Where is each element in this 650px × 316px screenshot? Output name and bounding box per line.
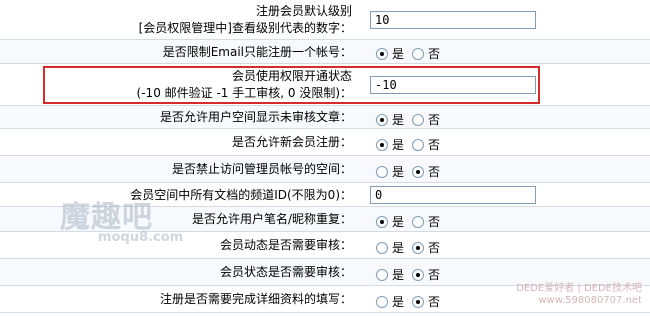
radio-circle-icon[interactable]	[412, 113, 425, 126]
setting-label-line: 是否允许用户空间显示未审核文章：	[159, 110, 352, 124]
setting-radio-group: 是否	[376, 266, 448, 284]
setting-label: 会员状态是否需要审核：	[0, 264, 356, 281]
radio-label: 否	[428, 165, 441, 179]
radio-circle-icon[interactable]	[376, 241, 388, 254]
radio-label: 是	[392, 241, 405, 255]
setting-label: 是否限制Email只能注册一个帐号：	[0, 44, 356, 61]
radio-no[interactable]: 否	[412, 163, 440, 180]
radio-yes[interactable]: 是	[376, 213, 404, 230]
radio-circle-icon[interactable]	[376, 113, 388, 126]
radio-label: 否	[428, 113, 441, 127]
radio-yes[interactable]: 是	[376, 266, 404, 283]
setting-radio-group: 是否	[376, 111, 448, 129]
radio-circle-icon[interactable]	[412, 295, 425, 308]
radio-label: 是	[392, 47, 405, 61]
setting-label-line: 是否允许新会员注册：	[231, 135, 352, 149]
setting-radio-group: 是否	[376, 45, 448, 63]
radio-no[interactable]: 否	[412, 293, 440, 310]
radio-yes[interactable]: 是	[376, 163, 404, 180]
radio-no[interactable]: 否	[412, 239, 440, 256]
radio-label: 否	[428, 295, 441, 309]
radio-label: 是	[392, 138, 405, 152]
watermark-site-line: www.598080707.net	[538, 295, 642, 306]
radio-circle-icon[interactable]	[376, 268, 388, 281]
setting-radio-group: 是否	[376, 293, 448, 311]
radio-yes[interactable]: 是	[376, 293, 404, 310]
setting-text-input[interactable]	[370, 11, 536, 29]
radio-label: 是	[392, 295, 405, 309]
setting-label-line: (-10 邮件验证 -1 手工审核, 0 没限制)：	[136, 86, 352, 100]
setting-radio-group: 是否	[376, 213, 448, 231]
setting-row: 是否允许用户空间显示未审核文章：是否	[0, 106, 650, 129]
setting-radio-group: 是否	[376, 163, 448, 181]
radio-circle-icon[interactable]	[412, 165, 425, 178]
radio-no[interactable]: 否	[412, 213, 440, 230]
radio-circle-icon[interactable]	[412, 241, 425, 254]
setting-label-line: 注册会员默认级别	[255, 4, 352, 18]
radio-yes[interactable]: 是	[376, 111, 404, 128]
radio-circle-icon[interactable]	[412, 215, 425, 228]
radio-label: 否	[428, 215, 441, 229]
radio-no[interactable]: 否	[412, 45, 440, 62]
setting-label-line: 注册是否需要完成详细资料的填写：	[159, 292, 352, 306]
setting-label: 注册是否需要完成详细资料的填写：	[0, 291, 356, 308]
setting-label-line: 会员状态是否需要审核：	[219, 265, 352, 279]
setting-row: 会员状态是否需要审核：是否	[0, 259, 650, 286]
setting-row: 是否禁止访问管理员帐号的空间：是否	[0, 156, 650, 183]
radio-label: 是	[392, 165, 405, 179]
setting-row: 是否允许新会员注册：是否	[0, 129, 650, 156]
radio-circle-icon[interactable]	[376, 165, 388, 178]
setting-label-line: [会员权限管理中]查看级别代表的数字：	[138, 21, 352, 35]
setting-text-input[interactable]	[370, 76, 536, 94]
watermark-site: DEDE爱好者 | DEDE技术吧 www.598080707.net	[516, 283, 642, 307]
setting-label: 会员使用权限开通状态 (-10 邮件验证 -1 手工审核, 0 没限制)：	[0, 68, 356, 102]
radio-circle-icon[interactable]	[376, 138, 388, 151]
setting-label: 是否禁止访问管理员帐号的空间：	[0, 161, 356, 178]
radio-circle-icon[interactable]	[376, 215, 388, 228]
radio-label: 否	[428, 47, 441, 61]
radio-circle-icon[interactable]	[412, 138, 425, 151]
watermark-site-line: DEDE爱好者 | DEDE技术吧	[516, 283, 642, 294]
setting-row: 会员使用权限开通状态 (-10 邮件验证 -1 手工审核, 0 没限制)：	[0, 64, 650, 106]
radio-circle-icon[interactable]	[376, 47, 388, 60]
setting-label-line: 是否禁止访问管理员帐号的空间：	[171, 162, 352, 176]
radio-circle-icon[interactable]	[376, 295, 388, 308]
setting-row: 是否限制Email只能注册一个帐号：是否	[0, 40, 650, 64]
radio-circle-icon[interactable]	[412, 268, 425, 281]
radio-label: 否	[428, 268, 441, 282]
setting-radio-group: 是否	[376, 239, 448, 257]
setting-label-line: 会员使用权限开通状态	[231, 69, 352, 83]
radio-no[interactable]: 否	[412, 136, 440, 153]
radio-yes[interactable]: 是	[376, 45, 404, 62]
setting-row: 注册会员默认级别 [会员权限管理中]查看级别代表的数字：	[0, 0, 650, 40]
radio-no[interactable]: 否	[412, 111, 440, 128]
radio-circle-icon[interactable]	[412, 47, 425, 60]
radio-yes[interactable]: 是	[376, 136, 404, 153]
radio-label: 是	[392, 215, 405, 229]
setting-text-input[interactable]	[370, 186, 536, 204]
setting-radio-group: 是否	[376, 136, 448, 154]
radio-yes[interactable]: 是	[376, 239, 404, 256]
watermark-logo-domain: moqu8.com	[98, 230, 184, 245]
watermark-logo: 魔趣吧 moqu8.com	[60, 192, 183, 245]
radio-label: 是	[392, 113, 405, 127]
radio-label: 否	[428, 138, 441, 152]
radio-label: 否	[428, 241, 441, 255]
setting-label: 注册会员默认级别 [会员权限管理中]查看级别代表的数字：	[0, 3, 356, 37]
setting-label-line: 是否限制Email只能注册一个帐号：	[162, 45, 352, 59]
radio-label: 是	[392, 268, 405, 282]
setting-label: 是否允许新会员注册：	[0, 134, 356, 151]
setting-label: 是否允许用户空间显示未审核文章：	[0, 109, 356, 126]
radio-no[interactable]: 否	[412, 266, 440, 283]
